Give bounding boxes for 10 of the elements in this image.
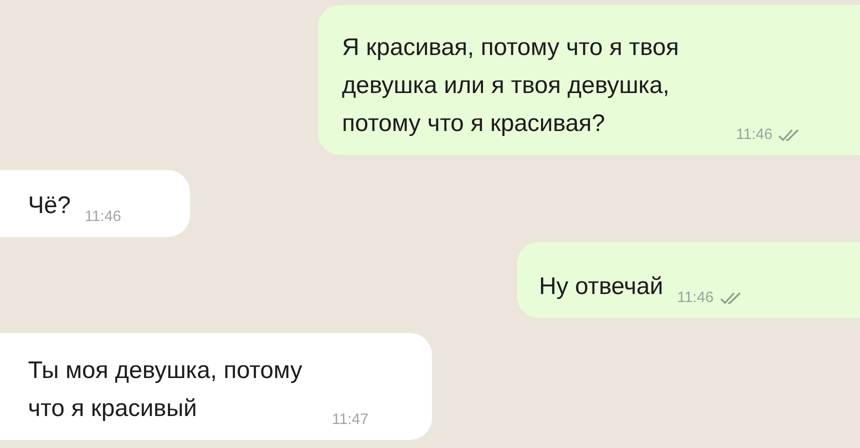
message-text: Ну отвечай <box>539 272 664 302</box>
message-text: Ты моя девушка, потому что я красивый <box>28 356 304 424</box>
message-time: 11:47 <box>332 410 368 430</box>
message-time: 11:46 <box>84 207 122 227</box>
message-text: Чё? <box>28 191 71 221</box>
double-check-icon <box>778 128 800 142</box>
message-time: 11:46 <box>736 125 772 145</box>
double-check-icon <box>720 291 742 305</box>
message-text: Я красивая, потому что я твоя девушка или я твоя девушка, потому что я красивая? <box>342 33 680 139</box>
message-time: 11:46 <box>677 288 714 308</box>
